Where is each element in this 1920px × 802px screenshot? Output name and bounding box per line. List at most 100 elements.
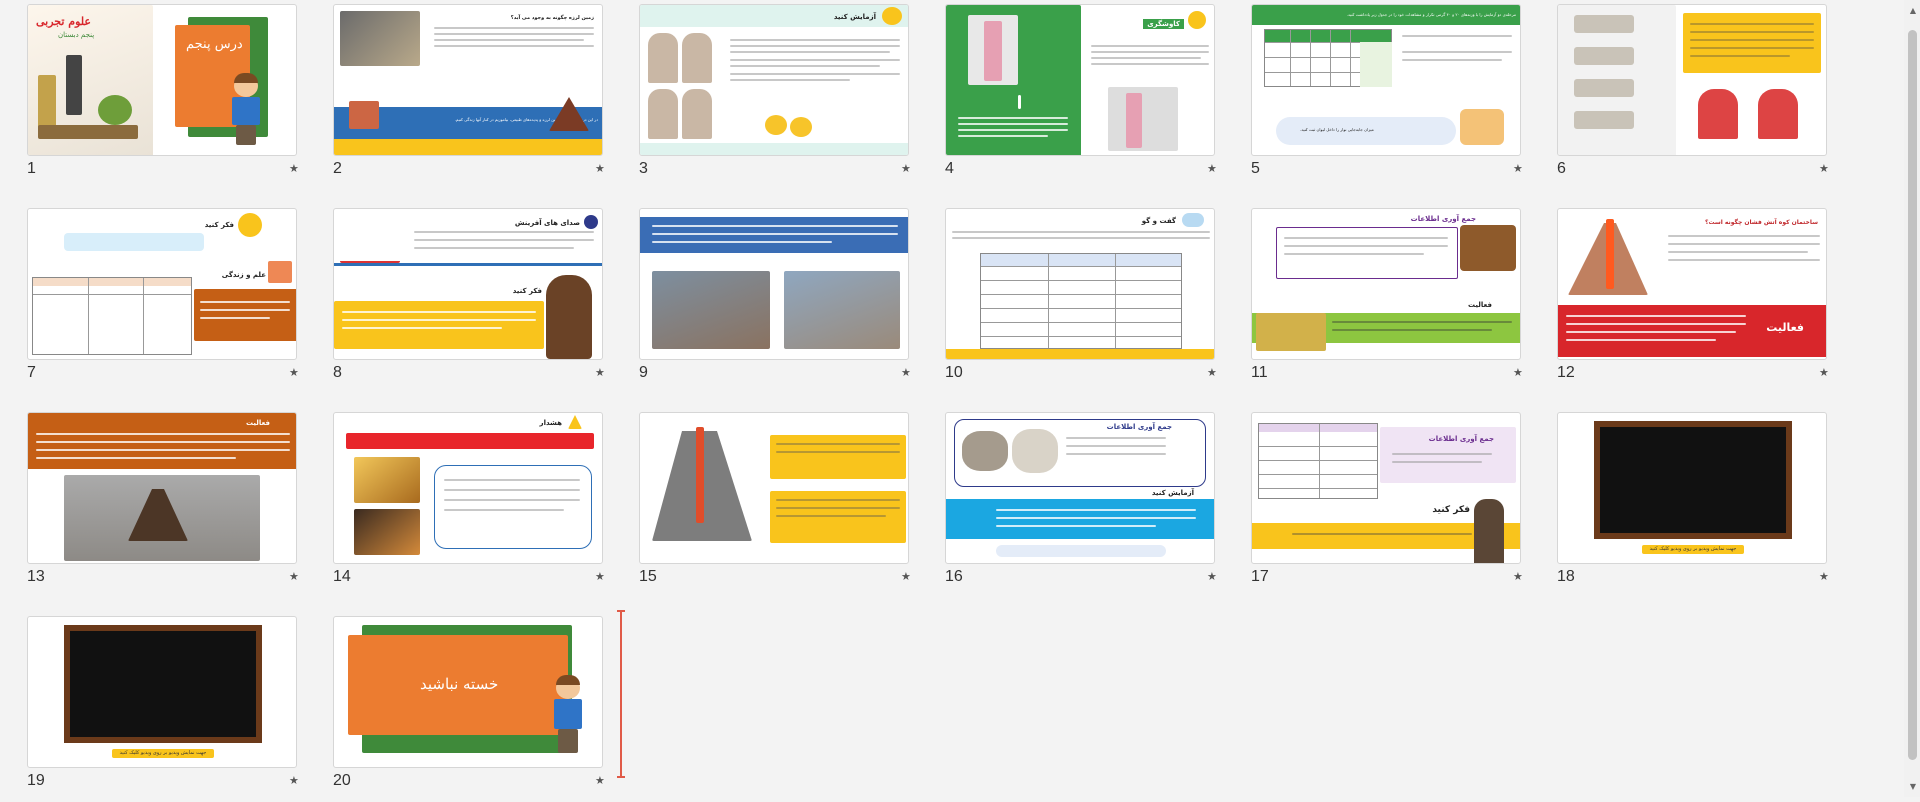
slide-8-thumbnail[interactable]: صدای های آفرینش فکر کنید	[333, 208, 603, 360]
slide-17-thumbnail[interactable]: جمع آوری اطلاعات فکر کنید	[1251, 412, 1521, 564]
insertion-marker	[617, 610, 625, 778]
slide-number: 7	[27, 364, 36, 381]
star-icon[interactable]: ★	[595, 366, 605, 379]
slide-9-thumbnail[interactable]	[639, 208, 909, 360]
star-icon[interactable]: ★	[1819, 162, 1829, 175]
slide-title: کاوشگری	[1143, 19, 1184, 29]
slide-title: زمین لرزه چگونه به وجود می آید؟	[510, 15, 594, 21]
slide-thumb[interactable]: فکر کنید علم و زندگی 7 ★	[0, 204, 306, 394]
slide-14-thumbnail[interactable]: هشدار	[333, 412, 603, 564]
slide-title: جمع آوری اطلاعات	[1106, 423, 1172, 431]
slide-1-thumbnail[interactable]: علوم تجربی پنجم دبستان درس پنجم	[27, 4, 297, 156]
slide-thumb[interactable]: جمع آوری اطلاعات فعالیت 11 ★	[1224, 204, 1530, 394]
slide-number: 2	[333, 160, 342, 177]
star-icon[interactable]: ★	[1513, 570, 1523, 583]
slide-thumb[interactable]: 15 ★	[612, 408, 918, 598]
slide-19-thumbnail[interactable]: جهت نمایش ویدیو بر روی ویدیو کلیک کنید	[27, 616, 297, 768]
slide-title: جمع آوری اطلاعات	[1428, 435, 1494, 443]
slide-thumb[interactable]: زمین لرزه چگونه به وجود می آید؟ در این د…	[306, 0, 612, 190]
video-frame[interactable]	[64, 625, 262, 743]
scroll-up-icon[interactable]: ▲	[1910, 6, 1916, 15]
slide-note: میزان جابه‌جایی نوار را داخل لیوان ثبت ک…	[1300, 127, 1374, 132]
data-table	[980, 253, 1182, 349]
slide-thumb[interactable]: علوم تجربی پنجم دبستان درس پنجم 1 ★	[0, 0, 306, 190]
slide-2-thumbnail[interactable]: زمین لرزه چگونه به وجود می آید؟ در این د…	[333, 4, 603, 156]
slide-number: 17	[1251, 568, 1269, 585]
slide-18-thumbnail[interactable]: جهت نمایش ویدیو بر روی ویدیو کلیک کنید	[1557, 412, 1827, 564]
scrollbar-thumb[interactable]	[1908, 30, 1917, 760]
star-icon[interactable]: ★	[1207, 366, 1217, 379]
slide-number: 12	[1557, 364, 1575, 381]
video-caption: جهت نمایش ویدیو بر روی ویدیو کلیک کنید	[1642, 545, 1744, 554]
video-caption: جهت نمایش ویدیو بر روی ویدیو کلیک کنید	[112, 749, 214, 758]
star-icon[interactable]: ★	[289, 570, 299, 583]
slide-thumb[interactable]: فعالیت 13 ★	[0, 408, 306, 598]
star-icon[interactable]: ★	[289, 162, 299, 175]
slide-number: 5	[1251, 160, 1260, 177]
slide-thumb[interactable]: هشدار 14 ★	[306, 408, 612, 598]
slide-subtitle: فکر کنید	[1432, 505, 1470, 515]
slide-thumb[interactable]: گفت و گو 10 ★	[918, 204, 1224, 394]
star-icon[interactable]: ★	[289, 774, 299, 787]
slide-number: 4	[945, 160, 954, 177]
scroll-down-icon[interactable]: ▼	[1910, 782, 1916, 791]
star-icon[interactable]: ★	[289, 366, 299, 379]
slide-title: فعالیت	[245, 419, 270, 427]
star-icon[interactable]: ★	[595, 774, 605, 787]
star-icon[interactable]: ★	[901, 366, 911, 379]
slide-thumb[interactable]: جهت نمایش ویدیو بر روی ویدیو کلیک کنید 1…	[1530, 408, 1836, 598]
slide-heading: خسته نباشید	[420, 675, 499, 693]
slide-thumb[interactable]: 6 ★	[1530, 0, 1836, 190]
slide-5-thumbnail[interactable]: مرحله‌ی دو آزمایش را با وزنه‌های ۲۰ و ۴۰…	[1251, 4, 1521, 156]
slide-number: 19	[27, 772, 45, 789]
star-icon[interactable]: ★	[595, 162, 605, 175]
slide-number: 11	[1251, 364, 1268, 381]
slide-heading: درس پنجم	[186, 37, 243, 52]
star-icon[interactable]: ★	[1513, 366, 1523, 379]
star-icon[interactable]: ★	[1513, 162, 1523, 175]
slide-subtitle: آزمایش کنید	[1151, 489, 1194, 497]
star-icon[interactable]: ★	[1207, 162, 1217, 175]
vertical-scrollbar[interactable]: ▲ ▼	[1904, 0, 1920, 797]
slide-4-thumbnail[interactable]: کاوشگری	[945, 4, 1215, 156]
slide-20-thumbnail[interactable]: خسته نباشید	[333, 616, 603, 768]
slide-thumb[interactable]: جهت نمایش ویدیو بر روی ویدیو کلیک کنید 1…	[0, 612, 306, 802]
slide-thumb[interactable]: مرحله‌ی دو آزمایش را با وزنه‌های ۲۰ و ۴۰…	[1224, 0, 1530, 190]
slide-number: 18	[1557, 568, 1575, 585]
slide-thumb[interactable]: خسته نباشید 20 ★	[306, 612, 612, 802]
slide-15-thumbnail[interactable]	[639, 412, 909, 564]
slide-number: 6	[1557, 160, 1566, 177]
slide-6-thumbnail[interactable]	[1557, 4, 1827, 156]
slide-title: ساختمان کوه آتش فشان چگونه است؟	[1704, 219, 1818, 226]
slide-7-thumbnail[interactable]: فکر کنید علم و زندگی	[27, 208, 297, 360]
slide-title: جمع آوری اطلاعات	[1410, 215, 1476, 223]
slide-thumb[interactable]: 9 ★	[612, 204, 918, 394]
star-icon[interactable]: ★	[1207, 570, 1217, 583]
slide-3-thumbnail[interactable]: آزمایش کنید	[639, 4, 909, 156]
slide-thumb[interactable]: صدای های آفرینش فکر کنید 8 ★	[306, 204, 612, 394]
slide-thumb[interactable]: کاوشگری 4 ★	[918, 0, 1224, 190]
star-icon[interactable]: ★	[1819, 570, 1829, 583]
slide-10-thumbnail[interactable]: گفت و گو	[945, 208, 1215, 360]
slide-11-thumbnail[interactable]: جمع آوری اطلاعات فعالیت	[1251, 208, 1521, 360]
star-icon[interactable]: ★	[595, 570, 605, 583]
slide-thumb[interactable]: ساختمان کوه آتش فشان چگونه است؟ فعالیت 1…	[1530, 204, 1836, 394]
video-frame[interactable]	[1594, 421, 1792, 539]
star-icon[interactable]: ★	[901, 162, 911, 175]
data-table	[32, 277, 192, 355]
data-table	[1264, 29, 1392, 87]
child-illustration	[548, 675, 588, 767]
star-icon[interactable]: ★	[1819, 366, 1829, 379]
star-icon[interactable]: ★	[901, 570, 911, 583]
slide-thumb[interactable]: جمع آوری اطلاعات فکر کنید 17 ★	[1224, 408, 1530, 598]
slide-number: 14	[333, 568, 351, 585]
slide-16-thumbnail[interactable]: جمع آوری اطلاعات آزمایش کنید	[945, 412, 1215, 564]
data-table	[1258, 423, 1378, 499]
slide-subtitle: فعالیت	[1467, 301, 1492, 309]
slide-thumb[interactable]: جمع آوری اطلاعات آزمایش کنید 16 ★	[918, 408, 1224, 598]
slide-number: 8	[333, 364, 342, 381]
slide-thumb[interactable]: آزمایش کنید 3 ★	[612, 0, 918, 190]
slide-number: 9	[639, 364, 648, 381]
slide-12-thumbnail[interactable]: ساختمان کوه آتش فشان چگونه است؟ فعالیت	[1557, 208, 1827, 360]
slide-13-thumbnail[interactable]: فعالیت	[27, 412, 297, 564]
